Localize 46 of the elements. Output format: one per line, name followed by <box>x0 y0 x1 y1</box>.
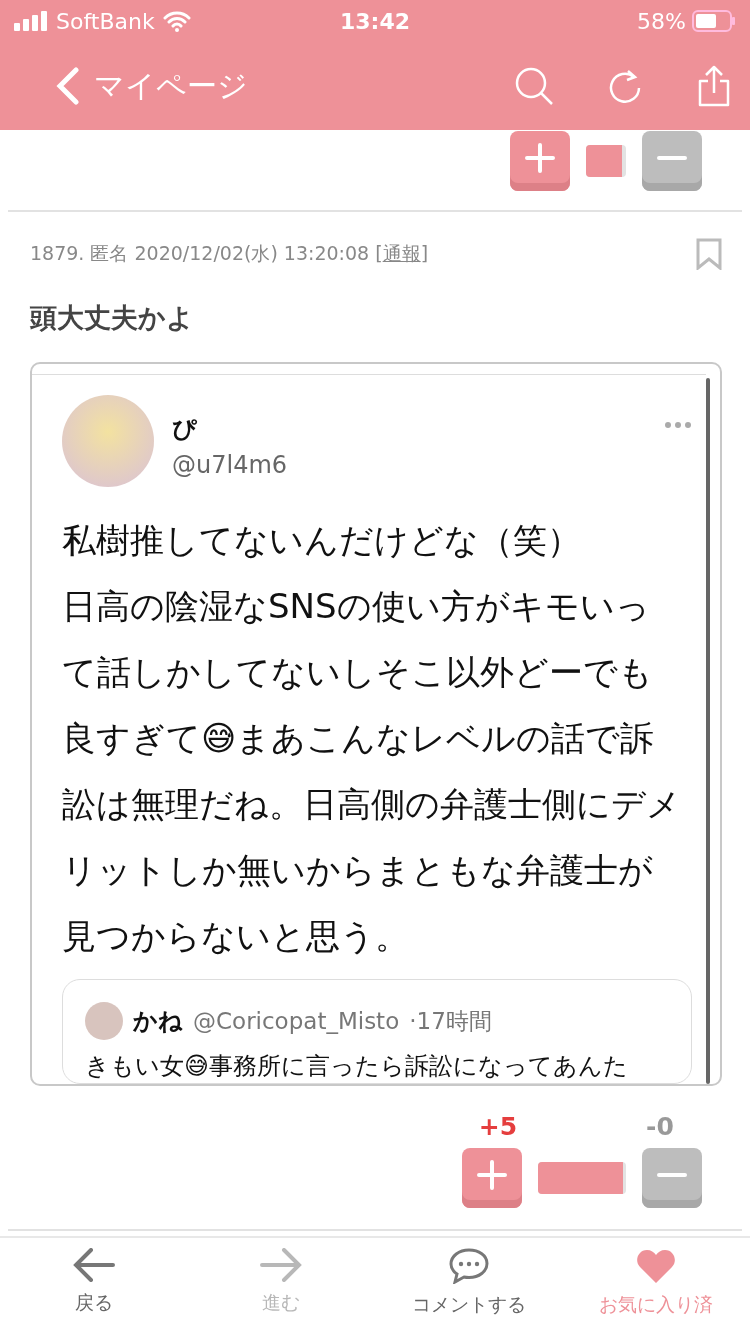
bookmark-icon[interactable] <box>696 238 722 270</box>
back-label[interactable]: マイページ <box>94 65 460 107</box>
reload-icon <box>608 68 642 104</box>
quoted-user-handle: @Coricopat_Misto <box>193 1008 400 1034</box>
search-button[interactable] <box>514 66 554 106</box>
tweet-text: 日高の陰湿なSNSの使い方がキモいって話しかしてないしそこ以外どーでも良すぎて😅まあこんなレベルの話で訴訟は無理だね。日高側の弁護士側にデメリットしか無いからまともな弁護士が見つからないと思う。 <box>62 585 682 958</box>
left-arrow-icon <box>72 1248 115 1282</box>
minus-icon <box>657 155 687 161</box>
minus-vote-button[interactable] <box>642 1148 702 1208</box>
plus-vote-button[interactable] <box>510 131 570 191</box>
reload-button[interactable] <box>608 68 642 104</box>
signal-icon <box>14 11 48 31</box>
chevron-left-icon <box>56 67 80 105</box>
post-meta: 1879. 匿名 2020/12/02(水) 13:20:08 [通報] <box>30 241 429 266</box>
tweet-text: 私樹推してないんだけどな（笑） <box>62 519 582 562</box>
battery-percent: 58% <box>637 8 686 34</box>
minus-count: -0 <box>645 1112 675 1141</box>
clock-time: 13:42 <box>340 8 410 34</box>
user-name: ぴ <box>172 414 198 445</box>
back-button[interactable] <box>56 67 80 105</box>
avatar <box>85 1002 123 1040</box>
quoted-time: ·17時間 <box>409 1006 492 1036</box>
minus-vote-button[interactable] <box>642 131 702 191</box>
tab-bar-item[interactable]: お気に入り済 <box>562 1238 750 1334</box>
wifi-icon <box>162 10 191 32</box>
quoted-user-name: かね <box>133 1006 183 1037</box>
minus-icon <box>657 1172 687 1178</box>
heart-icon <box>636 1248 677 1284</box>
right-arrow-icon <box>260 1248 303 1282</box>
speech-bubble-icon <box>448 1248 489 1284</box>
report-link[interactable]: 通報 <box>382 242 421 264</box>
battery-icon <box>692 10 736 32</box>
carrier-name: SoftBank <box>56 8 155 34</box>
more-icon <box>664 421 692 429</box>
search-icon <box>514 66 554 106</box>
tab-bar-item[interactable]: 戻る <box>0 1238 188 1334</box>
quoted-text: きもい女😅事務所に言ったら訴訟になってあんた <box>85 1051 630 1082</box>
tab-bar-item[interactable]: コメントする <box>375 1238 563 1334</box>
plus-icon <box>477 1160 507 1190</box>
user-handle: @u7l4m6 <box>172 451 289 479</box>
plus-vote-button[interactable] <box>462 1148 522 1208</box>
share-icon <box>696 65 732 107</box>
plus-count: +5 <box>477 1112 519 1141</box>
post-title: 頭大丈夫かよ <box>30 301 195 335</box>
share-button[interactable] <box>696 65 732 107</box>
plus-icon <box>525 143 555 173</box>
